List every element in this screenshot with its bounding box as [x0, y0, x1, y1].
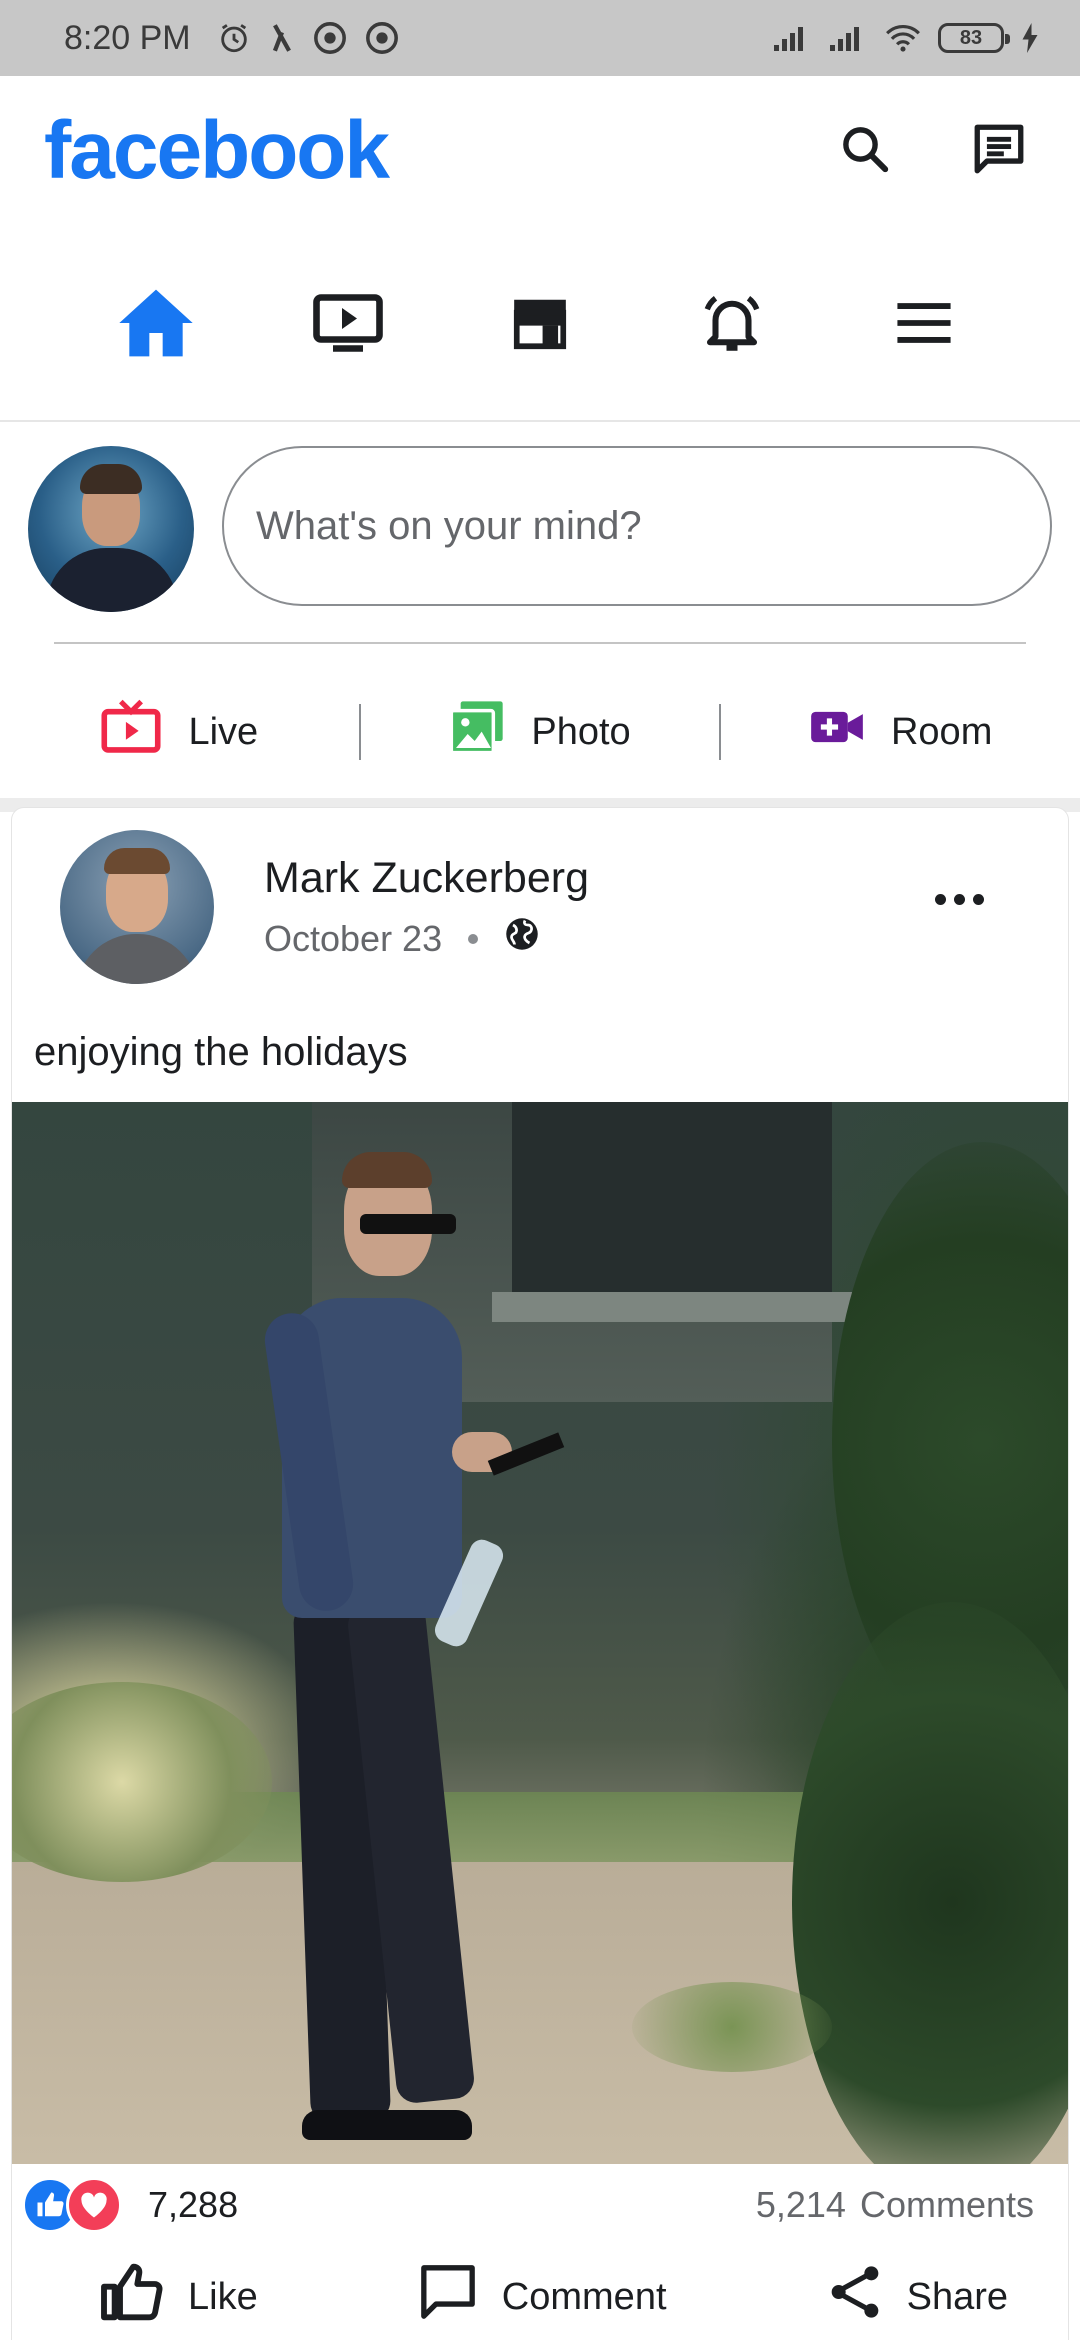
post-text: enjoying the holidays: [34, 1030, 408, 1074]
status-time: 8:20 PM: [64, 18, 191, 57]
post-composer: What's on your mind? Live Photo Room: [0, 422, 1080, 798]
composer-actions: Live Photo Room: [0, 684, 1080, 780]
comment-icon: [418, 2263, 478, 2331]
love-reaction-icon: [66, 2177, 122, 2233]
live-label: Live: [188, 710, 259, 753]
reactions-count: 7,288: [148, 2184, 239, 2225]
status-bar: 8:20 PM 83: [0, 0, 1080, 76]
tab-marketplace[interactable]: [485, 270, 595, 380]
signal-icon: [828, 23, 868, 53]
comment-label: Comment: [501, 2275, 667, 2318]
comments-number: 5,214: [755, 2184, 846, 2225]
post-photo[interactable]: [12, 1102, 1068, 2164]
status-left: 8:20 PM: [64, 19, 399, 58]
comments-count[interactable]: 5,214 Comments: [756, 2184, 1034, 2226]
photo-label: Photo: [531, 710, 631, 753]
photo-icon: [449, 699, 505, 765]
comment-button[interactable]: Comment: [418, 2263, 667, 2331]
globe-icon: [504, 916, 540, 961]
live-icon: [100, 699, 162, 765]
search-icon[interactable]: [838, 122, 892, 181]
reactions-summary[interactable]: 7,288: [22, 2177, 238, 2233]
battery-level: 83: [959, 26, 983, 49]
like-button[interactable]: Like: [100, 2262, 258, 2332]
facebook-logo[interactable]: facebook: [44, 104, 390, 198]
reactions-row: 7,288 5,214 Comments: [12, 2164, 1068, 2246]
app-icon: [269, 21, 295, 55]
photo-button[interactable]: Photo: [361, 699, 720, 765]
avatar[interactable]: [60, 830, 214, 984]
more-options-icon[interactable]: [935, 894, 984, 905]
tab-watch[interactable]: [293, 270, 403, 380]
tab-notifications[interactable]: [677, 270, 787, 380]
menu-icon: [895, 301, 953, 350]
home-icon: [116, 285, 196, 366]
battery-icon: 83: [938, 23, 1010, 53]
share-button[interactable]: Share: [827, 2263, 1008, 2331]
post-author[interactable]: Mark Zuckerberg: [264, 854, 589, 903]
room-icon: [809, 706, 865, 758]
feed-post: Mark Zuckerberg October 23 enjoying the …: [12, 808, 1068, 2340]
room-button[interactable]: Room: [721, 706, 1080, 758]
vpn-icon: [365, 21, 399, 55]
post-date[interactable]: October 23: [264, 918, 442, 960]
post-actions: Like Comment Share: [12, 2254, 1068, 2340]
post-meta: October 23: [264, 916, 540, 961]
avatar[interactable]: [28, 446, 194, 612]
vpn-icon: [313, 21, 347, 55]
bell-icon: [699, 290, 765, 361]
status-right: 83: [772, 23, 1040, 53]
charging-icon: [1020, 23, 1040, 53]
room-label: Room: [890, 710, 993, 753]
share-icon: [827, 2263, 883, 2331]
thumbs-up-icon: [100, 2262, 164, 2332]
messenger-icon[interactable]: [970, 120, 1028, 183]
divider: [54, 642, 1026, 644]
separator-dot: [468, 933, 479, 944]
store-icon: [509, 294, 571, 357]
comments-label: Comments: [859, 2184, 1034, 2225]
signal-icon: [772, 23, 812, 53]
nav-tabs: [0, 270, 1080, 380]
tab-home[interactable]: [101, 270, 211, 380]
tab-menu[interactable]: [869, 270, 979, 380]
header-actions: [838, 120, 1028, 183]
wifi-icon: [884, 23, 922, 53]
like-label: Like: [188, 2275, 258, 2318]
live-button[interactable]: Live: [0, 699, 359, 765]
alarm-icon: [217, 21, 251, 55]
video-icon: [312, 293, 384, 358]
share-label: Share: [906, 2275, 1008, 2318]
whats-on-your-mind-input[interactable]: What's on your mind?: [222, 446, 1052, 606]
app-header: facebook: [0, 76, 1080, 226]
